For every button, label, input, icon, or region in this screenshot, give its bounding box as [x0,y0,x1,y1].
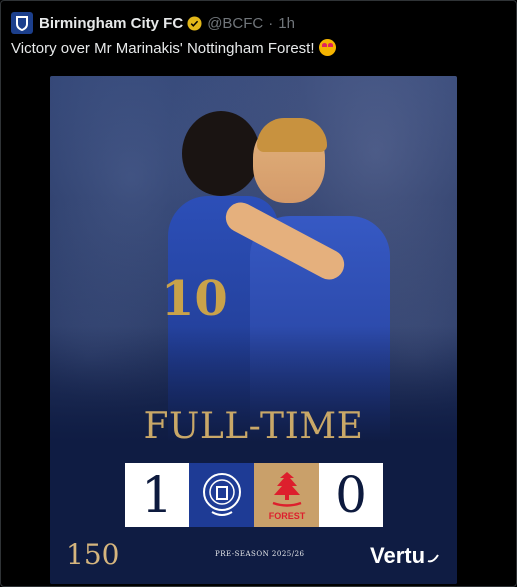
away-crest-text: FOREST [268,511,305,521]
verified-badge-icon [187,15,202,31]
tweet-text: Victory over Mr Marinakis' Nottingham Fo… [11,39,336,57]
account-handle[interactable]: @BCFC [207,15,263,32]
player-left-head [182,111,260,196]
tweet-card[interactable]: Birmingham City FC @BCFC · 1h Victory ov… [0,0,517,587]
home-score: 1 [125,463,189,527]
club-crest-icon [16,16,28,31]
sponsor-logo: Vertu [370,543,439,569]
player-number: 10 [161,271,228,327]
tweet-media-image[interactable]: 10 FULL-TIME 1 FOREST 0 150 PRE-SEASON 2… [50,76,457,584]
anniversary-logo: 150 [66,538,120,571]
scoreboard: 1 FOREST 0 [125,463,384,527]
home-crest [189,463,254,527]
star-struck-emoji-icon [318,39,336,56]
headline: FULL-TIME [143,406,364,447]
nottingham-forest-crest-icon: FOREST [268,472,305,521]
account-name[interactable]: Birmingham City FC [39,15,183,32]
player-right-hair [257,118,327,152]
avatar[interactable] [11,12,33,34]
away-score: 0 [319,463,383,527]
sponsor-mark-icon [427,554,439,563]
away-crest: FOREST [254,463,319,527]
tweet-body: Victory over Mr Marinakis' Nottingham Fo… [11,40,315,57]
birmingham-crest-icon [202,473,241,516]
season-label: PRE-SEASON 2025/26 [215,550,305,558]
sponsor-name: Vertu [370,543,426,568]
separator: · [268,14,274,32]
tweet-header: Birmingham City FC @BCFC · 1h [11,11,295,35]
timestamp[interactable]: 1h [278,15,295,32]
